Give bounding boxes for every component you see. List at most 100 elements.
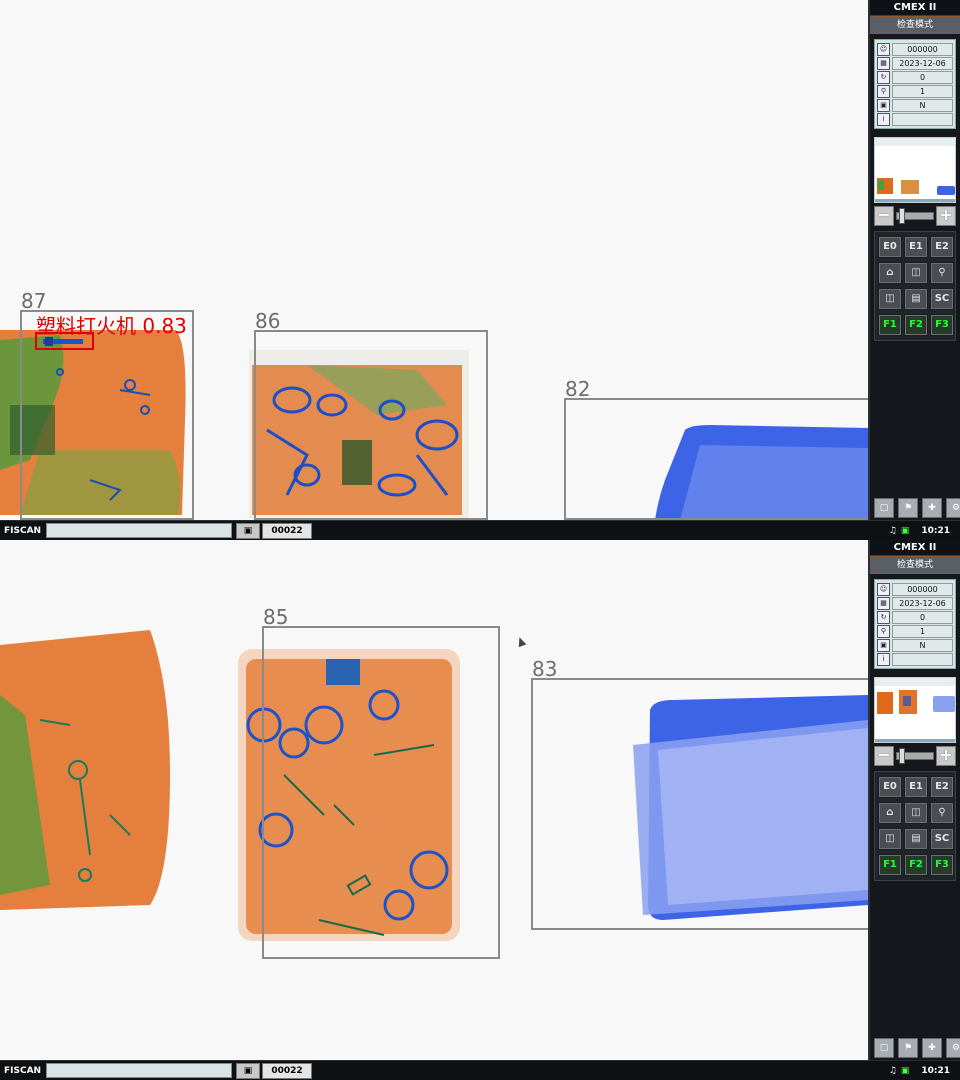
info-panel: ☺ 000000 ▦ 2023-12-06 ↻ 0 ⚲ 1 ▣ N i — [874, 579, 956, 669]
settings-icon[interactable]: ⚙ — [946, 498, 960, 518]
split-icon: ◫ — [911, 807, 921, 818]
compare-icon: ◫ — [885, 293, 895, 304]
counter-value: 0 — [892, 610, 953, 624]
zoom-slider[interactable] — [896, 748, 934, 764]
save-icon[interactable]: ▢ — [874, 498, 894, 518]
zoom-out-button[interactable]: − — [874, 206, 894, 226]
counter-value: 0 — [892, 70, 953, 84]
scan-box-86[interactable] — [254, 330, 488, 520]
e1-button[interactable]: E1 — [904, 776, 928, 798]
settings-icon[interactable]: ⚙ — [946, 1038, 960, 1058]
zoom-slider[interactable] — [896, 208, 934, 224]
bag-icon: ▣ — [236, 522, 260, 539]
network-icon: ▣ — [877, 638, 890, 652]
info-icon: i — [877, 652, 890, 666]
scan-box-82[interactable] — [564, 398, 868, 520]
scan-box-number: 82 — [565, 377, 591, 401]
sidebar-bottom-tools: ▢ ⚑ ✚ ⚙ — [874, 498, 960, 518]
zoom-level-icon: ⚲ — [877, 624, 890, 638]
bottom-inspection-pane: 85 83 CMEX II 检查模式 ☺ 000000 ▦ 2023-12-06 ↻… — [0, 540, 960, 1080]
split-view-button[interactable]: ◫ — [904, 262, 928, 284]
zoom-level-icon: ⚲ — [877, 84, 890, 98]
home-icon: ⌂ — [886, 807, 894, 818]
home-button[interactable]: ⌂ — [878, 262, 902, 284]
f2-button[interactable]: F2 — [904, 854, 928, 876]
network-status-icon[interactable]: ▣ — [901, 526, 910, 536]
flag-icon[interactable]: ⚑ — [898, 1038, 918, 1058]
tag-icon[interactable]: ✚ — [922, 1038, 942, 1058]
function-button-grid: E0 E1 E2 ⌂ ◫ ⚲ ◫ ▤ SC F1 F2 F3 — [874, 771, 956, 881]
e1-button[interactable]: E1 — [904, 236, 928, 258]
f2-button[interactable]: F2 — [904, 314, 928, 336]
scan-box-number: 85 — [263, 605, 289, 629]
e0-button[interactable]: E0 — [878, 236, 902, 258]
compare-button[interactable]: ◫ — [878, 828, 902, 850]
network-status-icon[interactable]: ▣ — [901, 1066, 910, 1076]
f1-button[interactable]: F1 — [878, 854, 902, 876]
f3-button[interactable]: F3 — [930, 854, 954, 876]
info-row-info: i — [877, 112, 953, 126]
scan-box-85[interactable] — [262, 626, 500, 959]
status-taskbar: FISCAN ▣ 00022 ♫ ▣ 10:21 — [0, 520, 960, 540]
zoom-value: 1 — [892, 624, 953, 638]
bag-count: 00022 — [262, 1062, 312, 1079]
sc-button[interactable]: SC — [930, 288, 954, 310]
system-tray: ♫ ▣ 10:21 — [868, 521, 960, 540]
info-row-date: ▦ 2023-12-06 — [877, 56, 953, 70]
f1-button[interactable]: F1 — [878, 314, 902, 336]
bag-count: 00022 — [262, 522, 312, 539]
xray-viewport[interactable]: 85 83 — [0, 540, 868, 1060]
zoom-control: − + — [874, 206, 956, 226]
info-icon: i — [877, 112, 890, 126]
xray-viewport[interactable]: 87 86 82 塑料打火机 0.83 — [0, 0, 868, 520]
scan-thumbnail[interactable] — [874, 137, 956, 203]
user-icon: ☺ — [877, 582, 890, 596]
detection-box-lighter[interactable] — [35, 332, 94, 350]
system-tray: ♫ ▣ 10:21 — [868, 1061, 960, 1080]
home-button[interactable]: ⌂ — [878, 802, 902, 824]
split-view-button[interactable]: ◫ — [904, 802, 928, 824]
sound-icon[interactable]: ♫ — [889, 1066, 897, 1076]
info-row-user: ☺ 000000 — [877, 42, 953, 56]
flag-icon[interactable]: ⚑ — [898, 498, 918, 518]
e2-button[interactable]: E2 — [930, 236, 954, 258]
operator-id: 000000 — [892, 42, 953, 56]
compare-button[interactable]: ◫ — [878, 288, 902, 310]
info-row-zoom: ⚲ 1 — [877, 84, 953, 98]
home-icon: ⌂ — [886, 267, 894, 278]
zoom-in-button[interactable]: + — [936, 206, 956, 226]
zoom-slider-handle[interactable] — [899, 208, 905, 224]
tag-icon[interactable]: ✚ — [922, 498, 942, 518]
zoom-control: − + — [874, 746, 956, 766]
sc-button[interactable]: SC — [930, 828, 954, 850]
f3-button[interactable]: F3 — [930, 314, 954, 336]
adjust-button[interactable]: ▤ — [904, 828, 928, 850]
adjust-icon: ▤ — [911, 293, 921, 304]
control-sidebar: CMEX II 检查模式 ☺ 000000 ▦ 2023-12-06 ↻ 0 ⚲ 1 ▣… — [868, 540, 960, 1060]
magnify-button[interactable]: ⚲ — [930, 802, 954, 824]
lighter-xray — [43, 337, 83, 346]
e0-button[interactable]: E0 — [878, 776, 902, 798]
zoom-slider-handle[interactable] — [899, 748, 905, 764]
info-row-info: i — [877, 652, 953, 666]
info-value — [892, 652, 953, 666]
network-value: N — [892, 98, 953, 112]
info-panel: ☺ 000000 ▦ 2023-12-06 ↻ 0 ⚲ 1 ▣ N i — [874, 39, 956, 129]
split-icon: ◫ — [911, 267, 921, 278]
save-icon[interactable]: ▢ — [874, 1038, 894, 1058]
e2-button[interactable]: E2 — [930, 776, 954, 798]
zoom-in-button[interactable]: + — [936, 746, 956, 766]
network-icon: ▣ — [877, 98, 890, 112]
compare-icon: ◫ — [885, 833, 895, 844]
zoom-out-button[interactable]: − — [874, 746, 894, 766]
scan-box-83[interactable] — [531, 678, 868, 930]
counter-icon: ↻ — [877, 70, 890, 84]
info-row-user: ☺ 000000 — [877, 582, 953, 596]
scan-thumbnail[interactable] — [874, 677, 956, 743]
sound-icon[interactable]: ♫ — [889, 526, 897, 536]
magnifier-icon: ⚲ — [938, 267, 946, 278]
magnify-button[interactable]: ⚲ — [930, 262, 954, 284]
mode-label: 检查模式 — [870, 556, 960, 574]
adjust-button[interactable]: ▤ — [904, 288, 928, 310]
xray-bag-left — [0, 630, 170, 910]
